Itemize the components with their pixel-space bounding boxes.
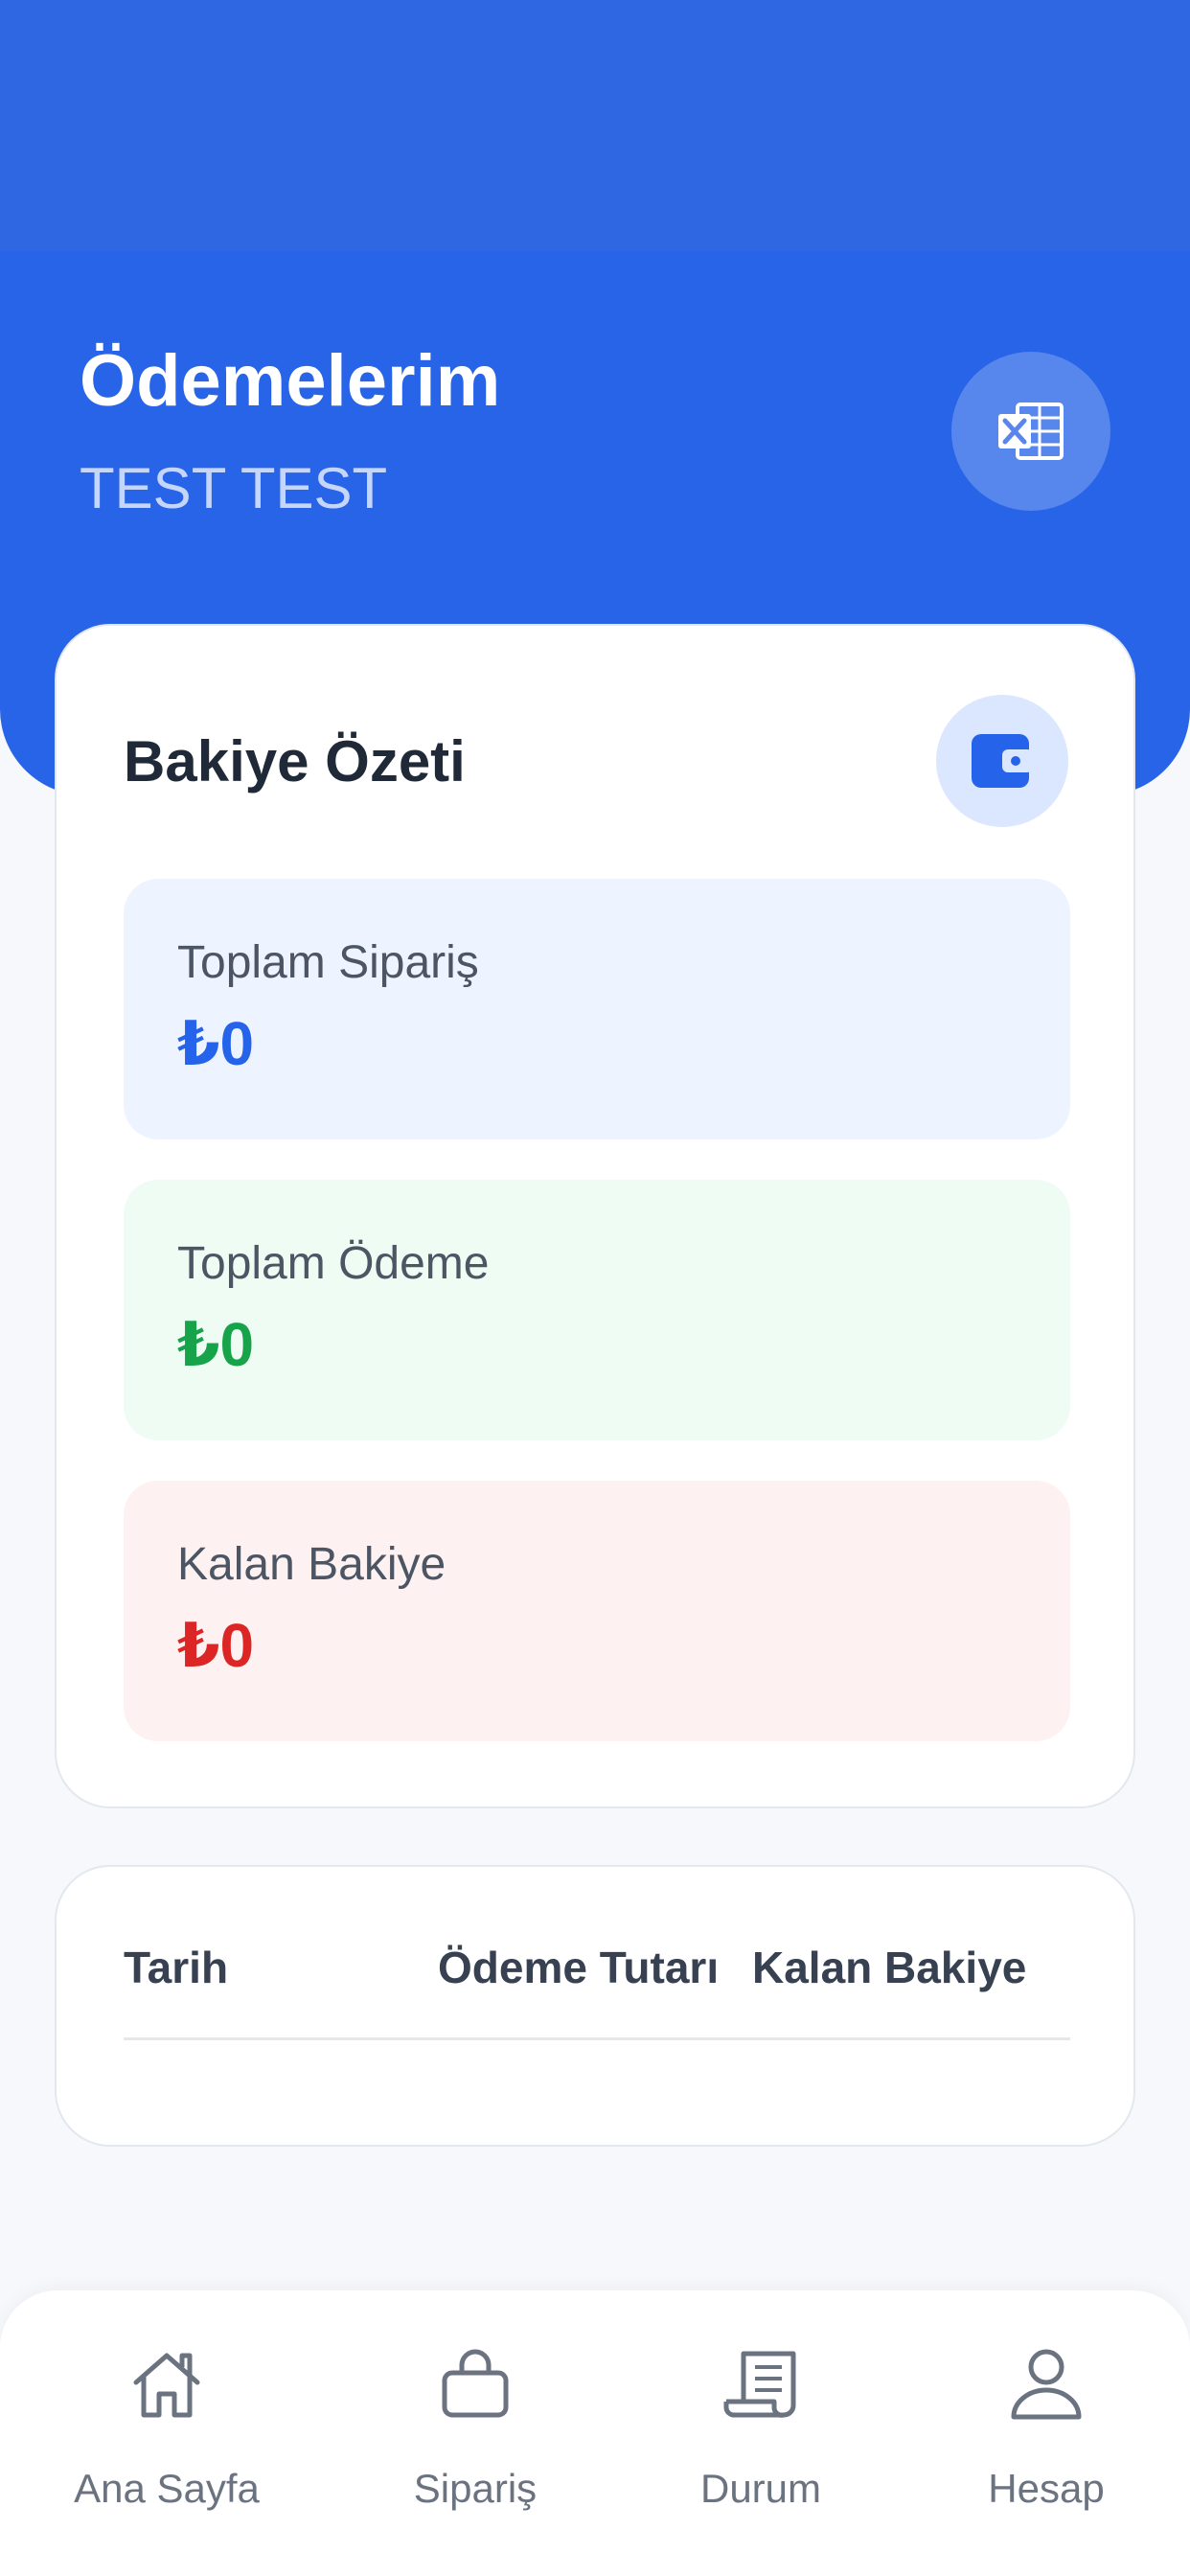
page-title: Ödemelerim <box>80 340 501 422</box>
stat-remaining-balance: Kalan Bakiye ₺0 <box>124 1481 1070 1741</box>
payments-table-card: Tarih Ödeme Tutarı Kalan Bakiye <box>55 1865 1135 2147</box>
bottom-navigation: Ana Sayfa Sipariş Durum Hesap <box>0 2290 1190 2576</box>
table-header: Tarih Ödeme Tutarı Kalan Bakiye <box>124 1945 1070 1990</box>
shopping-bag-icon <box>442 2349 509 2418</box>
home-icon <box>133 2353 200 2418</box>
nav-label: Ana Sayfa <box>74 2466 260 2511</box>
stat-label: Toplam Ödeme <box>177 1238 490 1289</box>
table-divider <box>124 2037 1070 2040</box>
column-header-remaining-balance: Kalan Bakiye <box>752 1943 1027 1992</box>
wallet-badge <box>936 695 1068 827</box>
stat-value: ₺0 <box>177 1611 255 1680</box>
nav-item-home[interactable]: Ana Sayfa <box>23 2290 310 2576</box>
stat-value: ₺0 <box>177 1009 255 1078</box>
wallet-icon <box>972 734 1033 788</box>
nav-item-order[interactable]: Sipariş <box>332 2290 619 2576</box>
nav-label: Durum <box>699 2466 822 2511</box>
status-bar-area <box>0 0 1190 251</box>
receipt-icon <box>723 2351 796 2418</box>
stat-label: Toplam Sipariş <box>177 937 479 988</box>
stat-label: Kalan Bakiye <box>177 1539 446 1590</box>
nav-label: Hesap <box>988 2466 1105 2511</box>
stat-value: ₺0 <box>177 1310 255 1379</box>
column-header-date: Tarih <box>124 1943 229 1992</box>
nav-item-status[interactable]: Durum <box>617 2290 904 2576</box>
balance-summary-card: Bakiye Özeti Toplam Sipariş ₺0 Toplam Öd… <box>55 624 1135 1808</box>
nav-label: Sipariş <box>413 2466 538 2511</box>
user-name: TEST TEST <box>80 456 388 520</box>
stat-total-order: Toplam Sipariş ₺0 <box>124 879 1070 1139</box>
export-excel-button[interactable] <box>951 352 1110 511</box>
user-icon <box>1011 2349 1082 2420</box>
nav-item-account[interactable]: Hesap <box>903 2290 1190 2576</box>
stat-total-payment: Toplam Ödeme ₺0 <box>124 1180 1070 1440</box>
summary-title: Bakiye Özeti <box>124 729 466 794</box>
column-header-payment-amount: Ödeme Tutarı <box>438 1943 720 1992</box>
excel-icon <box>998 402 1064 460</box>
